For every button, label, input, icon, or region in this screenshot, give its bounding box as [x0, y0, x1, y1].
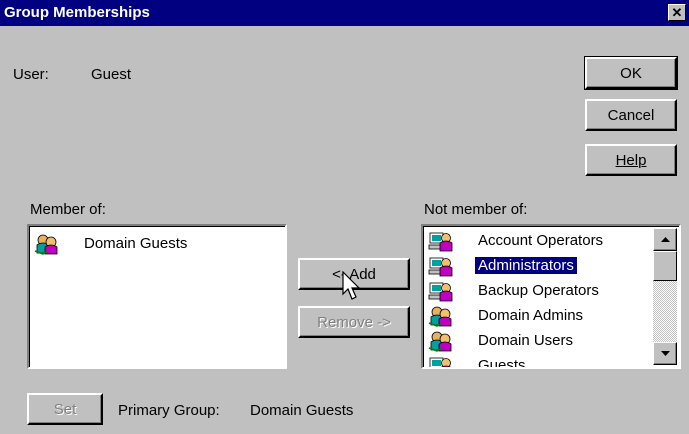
- ok-button[interactable]: OK: [584, 56, 678, 90]
- list-item-label: Domain Users: [478, 332, 574, 349]
- list-item[interactable]: Domain Admins: [426, 303, 679, 328]
- list-item-label: Account Operators: [478, 232, 604, 249]
- member-of-list[interactable]: Domain Guests: [27, 224, 287, 369]
- scroll-thumb[interactable]: [653, 251, 677, 281]
- scroll-down-button[interactable]: [653, 342, 677, 365]
- vertical-scrollbar[interactable]: [653, 228, 677, 365]
- cancel-button-label: Cancel: [607, 106, 655, 124]
- list-item-label: Domain Guests: [84, 235, 188, 252]
- remove-button-label: Remove ->: [317, 313, 391, 331]
- arrow-up-icon: [660, 237, 670, 242]
- list-item[interactable]: Domain Users: [426, 328, 679, 353]
- mouse-pointer-icon: [342, 271, 361, 300]
- user-value: Guest: [91, 66, 132, 83]
- local-group-icon: [428, 230, 454, 252]
- help-button[interactable]: Help: [585, 144, 677, 176]
- group-icon: [428, 330, 454, 352]
- help-button-label: Help: [615, 151, 647, 169]
- group-icon: [34, 233, 60, 255]
- group-icon: [428, 305, 454, 327]
- local-group-icon: [428, 355, 454, 370]
- list-item[interactable]: Backup Operators: [426, 278, 679, 303]
- title-bar: Group Memberships ✕: [0, 0, 689, 26]
- list-item-label: Domain Admins: [478, 307, 584, 324]
- window-title: Group Memberships: [4, 4, 150, 21]
- not-member-of-label: Not member of:: [424, 201, 528, 218]
- close-button[interactable]: ✕: [668, 4, 686, 21]
- list-item[interactable]: Account Operators: [426, 228, 679, 253]
- remove-button[interactable]: Remove ->: [298, 306, 410, 338]
- primary-group-label: Primary Group:: [118, 402, 220, 419]
- arrow-down-icon: [660, 351, 670, 356]
- list-item-selected[interactable]: Administrators: [426, 253, 679, 278]
- cancel-button[interactable]: Cancel: [585, 99, 677, 131]
- set-button-label: Set: [53, 400, 77, 418]
- primary-group-value: Domain Guests: [250, 402, 354, 419]
- list-item[interactable]: Domain Guests: [32, 231, 285, 256]
- member-of-label: Member of:: [30, 201, 106, 218]
- list-item-label: Guests: [478, 357, 526, 369]
- not-member-of-list[interactable]: Account Operators Administrators Backup …: [421, 224, 681, 369]
- local-group-icon: [428, 255, 454, 277]
- list-item-label: Backup Operators: [478, 282, 599, 299]
- local-group-icon: [428, 280, 454, 302]
- user-label: User:: [13, 66, 49, 83]
- list-item[interactable]: Guests: [426, 353, 679, 370]
- scroll-up-button[interactable]: [653, 228, 677, 251]
- ok-button-label: OK: [620, 64, 642, 82]
- list-item-label: Administrators: [475, 257, 577, 274]
- set-button[interactable]: Set: [27, 393, 103, 425]
